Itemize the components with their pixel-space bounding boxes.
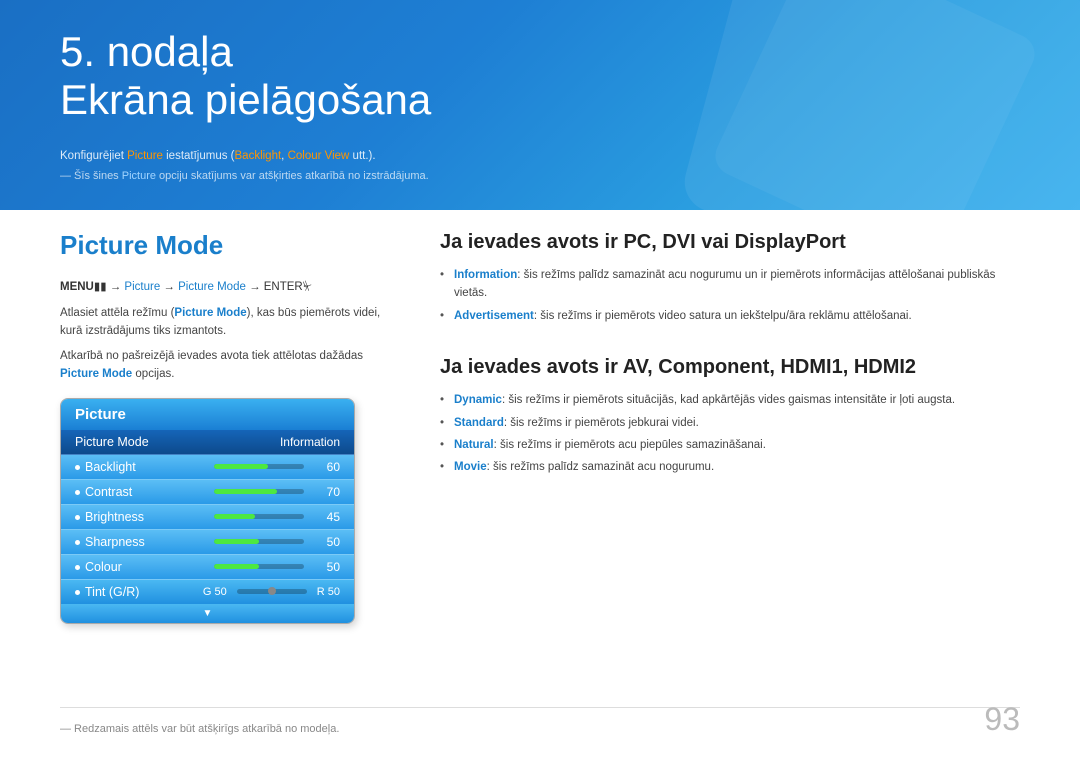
picture-mode-title: Picture Mode — [60, 230, 400, 261]
tint-slider — [237, 589, 307, 594]
term-standard: Standard — [454, 417, 504, 429]
list-item-advertisement: Advertisement: šis režīms ir piemērots v… — [440, 307, 1020, 325]
picture-ui-header: Picture — [61, 399, 354, 430]
contrast-row: Contrast 70 — [61, 480, 354, 505]
brightness-slider — [214, 514, 304, 519]
av-hdmi-section: Ja ievades avots ir AV, Component, HDMI1… — [440, 355, 1020, 477]
backlight-value: 60 — [312, 460, 340, 474]
page-number: 93 — [984, 701, 1020, 738]
brightness-label: Brightness — [75, 510, 206, 524]
picture-arrow: ▼ — [61, 604, 354, 623]
sharpness-slider — [214, 539, 304, 544]
list-item-natural: Natural: šis režīms ir piemērots acu pie… — [440, 436, 1020, 454]
dynamic-text: : šis režīms ir piemērots situācijās, ka… — [502, 394, 955, 406]
term-information: Information — [454, 269, 517, 281]
tint-mid — [268, 587, 276, 595]
contrast-label: Contrast — [75, 485, 206, 499]
sharpness-value: 50 — [312, 535, 340, 549]
list-item-dynamic: Dynamic: šis režīms ir piemērots situāci… — [440, 391, 1020, 409]
footer-divider — [60, 707, 1020, 708]
movie-text: : šis režīms palīdz samazināt acu noguru… — [487, 461, 715, 473]
colour-fill — [214, 564, 259, 569]
colour-value: 50 — [312, 560, 340, 574]
colour-label: Colour — [75, 560, 206, 574]
header-note: — Šīs šines Picture opciju skatījums var… — [60, 170, 429, 182]
natural-text: : šis režīms ir piemērots acu piepūles s… — [494, 439, 766, 451]
contrast-fill — [214, 489, 277, 494]
sharpness-label: Sharpness — [75, 535, 206, 549]
term-movie: Movie — [454, 461, 487, 473]
header-subtitle: Konfigurējiet Picture iestatījumus (Back… — [60, 150, 376, 162]
brightness-fill — [214, 514, 255, 519]
standard-text: : šis režīms ir piemērots jebkurai videi… — [504, 417, 699, 429]
picture-mode-ui: Picture Picture Mode Information Backlig… — [60, 398, 355, 624]
tint-g-value: G 50 — [203, 586, 227, 598]
chapter-line2: Ekrāna pielāgošana — [60, 76, 431, 123]
main-content: Picture Mode MENU▮▮ → Picture → Picture … — [0, 230, 1080, 763]
advertisement-text: : šis režīms ir piemērots video satura u… — [534, 310, 912, 322]
list-item-movie: Movie: šis režīms palīdz samazināt acu n… — [440, 458, 1020, 476]
desc-text-2: Atkarībā no pašreizējā ievades avota tie… — [60, 347, 400, 384]
backlight-row: Backlight 60 — [61, 455, 354, 480]
menu-path: MENU▮▮ → Picture → Picture Mode → ENTER⏧ — [60, 279, 400, 294]
tint-label: Tint (G/R) — [75, 585, 203, 599]
picture-mode-row: Picture Mode Information — [61, 430, 354, 455]
right-column: Ja ievades avots ir PC, DVI vai DisplayP… — [400, 230, 1080, 763]
av-hdmi-list: Dynamic: šis režīms ir piemērots situāci… — [440, 391, 1020, 477]
picture-mode-value: Information — [280, 435, 340, 449]
left-column: Picture Mode MENU▮▮ → Picture → Picture … — [0, 230, 400, 763]
backlight-label: Backlight — [75, 460, 206, 474]
pc-dvi-section: Ja ievades avots ir PC, DVI vai DisplayP… — [440, 230, 1020, 325]
av-hdmi-heading: Ja ievades avots ir AV, Component, HDMI1… — [440, 355, 1020, 379]
pc-dvi-heading: Ja ievades avots ir PC, DVI vai DisplayP… — [440, 230, 1020, 254]
chapter-line1: 5. nodaļa — [60, 28, 233, 75]
backlight-slider — [214, 464, 304, 469]
desc-text-1: Atlasiet attēla režīmu (Picture Mode), k… — [60, 304, 400, 341]
tint-row: Tint (G/R) G 50 R 50 — [61, 580, 354, 604]
contrast-slider — [214, 489, 304, 494]
header-title-block: 5. nodaļa Ekrāna pielāgošana — [60, 28, 431, 125]
term-advertisement: Advertisement — [454, 310, 534, 322]
list-item-information: Information: šis režīms palīdz samazināt… — [440, 266, 1020, 303]
information-text: : šis režīms palīdz samazināt acu noguru… — [454, 269, 995, 299]
chapter-heading: 5. nodaļa Ekrāna pielāgošana — [60, 28, 431, 125]
contrast-value: 70 — [312, 485, 340, 499]
backlight-fill — [214, 464, 268, 469]
tint-r-value: R 50 — [317, 586, 340, 598]
brightness-value: 45 — [312, 510, 340, 524]
list-item-standard: Standard: šis režīms ir piemērots jebkur… — [440, 414, 1020, 432]
sharpness-fill — [214, 539, 259, 544]
term-natural: Natural — [454, 439, 494, 451]
picture-mode-label: Picture Mode — [75, 435, 280, 449]
footer-note: — Redzamais attēls var būt atšķirīgs atk… — [60, 723, 339, 735]
colour-slider — [214, 564, 304, 569]
term-dynamic: Dynamic — [454, 394, 502, 406]
pc-dvi-list: Information: šis režīms palīdz samazināt… — [440, 266, 1020, 325]
colour-row: Colour 50 — [61, 555, 354, 580]
brightness-row: Brightness 45 — [61, 505, 354, 530]
sharpness-row: Sharpness 50 — [61, 530, 354, 555]
